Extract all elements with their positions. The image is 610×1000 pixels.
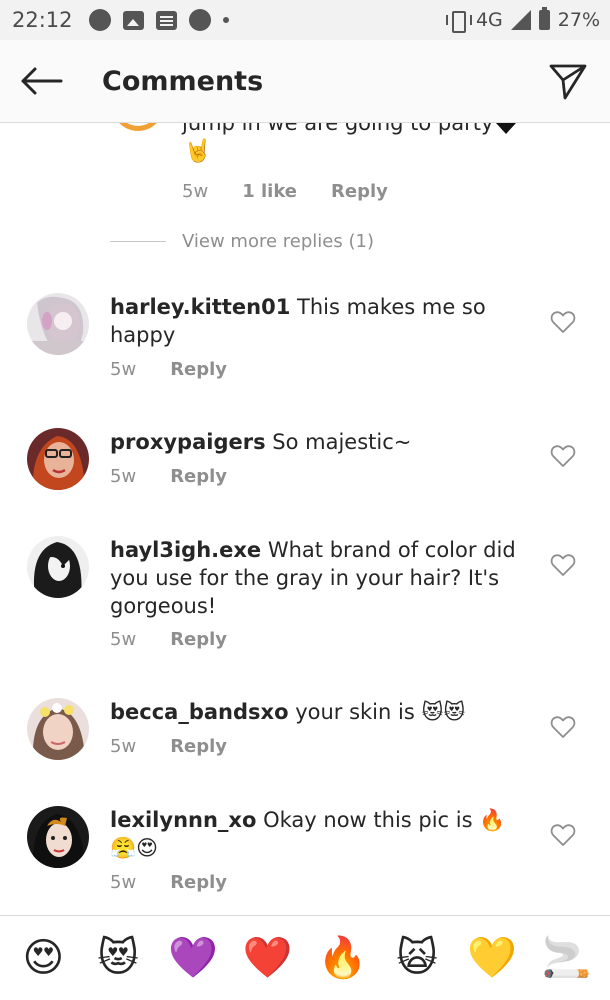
comment-text: becca_bandsxo your skin is 😻😻 xyxy=(110,698,520,726)
avatar[interactable] xyxy=(27,293,89,355)
reply-time: 5w xyxy=(182,181,209,202)
comments-list[interactable]: jump in we are going to party 🤘 5w 1 lik… xyxy=(0,123,610,915)
view-more-replies-button[interactable]: View more replies (1) xyxy=(110,231,374,252)
comment-time: 5w xyxy=(110,359,137,380)
avatar[interactable] xyxy=(27,806,89,868)
vibrate-icon xyxy=(445,10,472,33)
comment-username[interactable]: hayl3igh.exe xyxy=(110,538,261,562)
like-heart-icon[interactable] xyxy=(550,823,576,847)
notification-icons xyxy=(88,9,229,31)
page-title: Comments xyxy=(102,65,264,97)
network-type: 4G xyxy=(475,9,503,31)
reply-button[interactable]: Reply xyxy=(170,872,227,893)
rock-on-hand-icon: 🤘 xyxy=(184,139,212,164)
comment-username[interactable]: becca_bandsxo xyxy=(110,700,289,724)
signal-icon xyxy=(510,10,531,30)
reply-button[interactable]: Reply xyxy=(170,359,227,380)
yellow-heart-emoji-button[interactable]: 💛 xyxy=(466,932,518,984)
avatar-image xyxy=(27,293,89,355)
comment-username[interactable]: lexilynnn_xo xyxy=(110,808,256,832)
avatar-image xyxy=(27,536,89,598)
more-notifications-icon xyxy=(222,17,229,23)
heart-eyes-cat-emoji-button[interactable]: 😻 xyxy=(92,932,144,984)
like-heart-icon[interactable] xyxy=(550,444,576,468)
notification-circle-icon xyxy=(188,9,211,31)
reply-button[interactable]: Reply xyxy=(170,466,227,487)
app-header: Comments xyxy=(0,40,610,123)
reply-button[interactable]: Reply xyxy=(170,629,227,650)
comment-meta: 5w Reply xyxy=(110,359,227,380)
fire-emoji-button[interactable]: 🔥 xyxy=(316,932,368,984)
divider-line xyxy=(110,241,166,242)
comment-meta: 5w Reply xyxy=(110,736,227,757)
black-heart-emoji-icon xyxy=(496,123,516,134)
weary-cat-emoji-button[interactable]: 🙀 xyxy=(391,932,443,984)
like-heart-icon[interactable] xyxy=(550,553,576,577)
avatar-image xyxy=(27,428,89,490)
message-notification-icon xyxy=(155,10,177,30)
battery-icon xyxy=(538,7,550,30)
like-heart-icon[interactable] xyxy=(550,715,576,739)
likes-count-button[interactable]: 1 like xyxy=(242,181,297,202)
battery-percent: 27% xyxy=(557,9,600,31)
avatar[interactable] xyxy=(112,123,164,131)
status-time: 22:12 xyxy=(12,8,73,32)
comment-text: harley.kitten01 This makes me so happy xyxy=(110,293,520,349)
comment-username[interactable]: proxypaigers xyxy=(110,430,266,454)
send-icon xyxy=(549,64,587,100)
comment-time: 5w xyxy=(110,629,137,650)
comment-meta: 5w Reply xyxy=(110,872,227,893)
like-heart-icon[interactable] xyxy=(550,310,576,334)
comment-text: proxypaigers So majestic~ xyxy=(110,428,520,456)
partial-reply: jump in we are going to party 🤘 5w 1 lik… xyxy=(0,123,610,205)
red-heart-emoji-button[interactable]: ❤️ xyxy=(242,932,294,984)
avatar[interactable] xyxy=(27,428,89,490)
reply-text: jump in we are going to party xyxy=(182,123,494,135)
notification-circle-icon xyxy=(88,9,111,31)
avatar[interactable] xyxy=(27,536,89,598)
purple-heart-emoji-button[interactable]: 💜 xyxy=(167,932,219,984)
comment-time: 5w xyxy=(110,466,137,487)
comment-time: 5w xyxy=(110,872,137,893)
comment-text: lexilynnn_xo Okay now this pic is 🔥😤😍 xyxy=(110,806,520,862)
share-button[interactable] xyxy=(546,59,590,103)
view-more-label: View more replies (1) xyxy=(182,231,374,252)
comment-text: hayl3igh.exe What brand of color did you… xyxy=(110,536,520,620)
cigarette-emoji-button[interactable]: 🚬 xyxy=(541,932,593,984)
avatar-image xyxy=(27,698,89,760)
emoji-quick-bar: 😍 😻 💜 ❤️ 🔥 🙀 💛 🚬 xyxy=(0,915,610,1000)
status-bar: 22:12 4G 27% xyxy=(0,0,610,40)
back-arrow-icon xyxy=(21,67,63,95)
comment-meta: 5w Reply xyxy=(110,629,227,650)
heart-eyes-emoji-button[interactable]: 😍 xyxy=(17,932,69,984)
back-button[interactable] xyxy=(6,40,76,123)
avatar-image xyxy=(27,806,89,868)
comment-username[interactable]: harley.kitten01 xyxy=(110,295,290,319)
comment-message: your skin is 😻😻 xyxy=(295,700,466,724)
comment-message: So majestic~ xyxy=(272,430,412,454)
reply-button[interactable]: Reply xyxy=(170,736,227,757)
avatar[interactable] xyxy=(27,698,89,760)
comment-meta: 5w Reply xyxy=(110,466,227,487)
image-notification-icon xyxy=(122,10,144,30)
comment-time: 5w xyxy=(110,736,137,757)
status-right: 4G 27% xyxy=(445,7,600,33)
reply-button[interactable]: Reply xyxy=(331,181,388,202)
reply-meta: 5w 1 like Reply xyxy=(182,181,388,202)
